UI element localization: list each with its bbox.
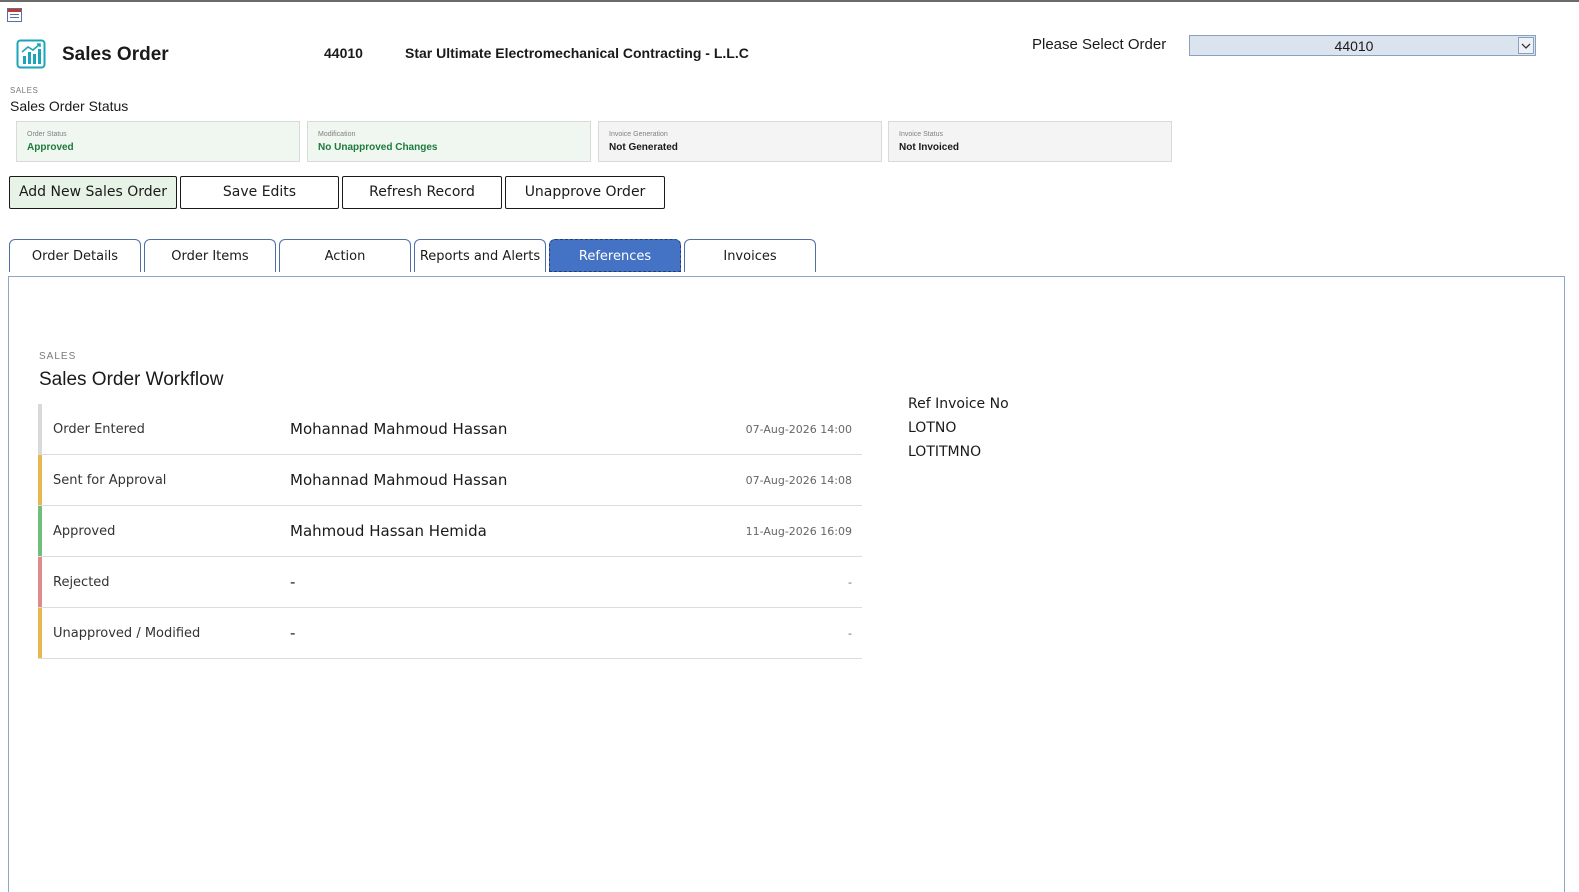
card-value: Approved [27, 142, 74, 153]
invoice-status-card: Invoice Status Not Invoiced [888, 121, 1172, 162]
workflow-stage: Order Entered [53, 422, 145, 437]
refresh-record-button[interactable]: Refresh Record [342, 176, 502, 209]
order-select-label: Please Select Order [1032, 36, 1167, 53]
status-stripe [38, 455, 42, 505]
workflow-user: Mahmoud Hassan Hemida [290, 522, 487, 540]
tab-invoices[interactable]: Invoices [684, 239, 816, 272]
save-edits-button[interactable]: Save Edits [180, 176, 339, 209]
workflow-time: - [848, 627, 852, 640]
workflow-row-rejected: Rejected - - [38, 557, 862, 608]
tab-order-details[interactable]: Order Details [9, 239, 141, 272]
order-number: 44010 [324, 45, 363, 61]
card-caption: Order Status [27, 131, 67, 138]
workflow-title: Sales Order Workflow [39, 369, 224, 390]
window-top-border [0, 0, 1579, 2]
workflow-time: - [848, 576, 852, 589]
add-new-sales-order-button[interactable]: Add New Sales Order [9, 176, 177, 209]
card-value: No Unapproved Changes [318, 142, 438, 153]
card-value: Not Generated [609, 142, 678, 153]
status-stripe [38, 404, 42, 454]
workflow-stage: Rejected [53, 575, 110, 590]
status-section-title: Sales Order Status [10, 98, 129, 114]
workflow-caption: SALES [39, 351, 77, 362]
workflow-stage: Unapproved / Modified [53, 626, 201, 641]
status-stripe [38, 608, 42, 658]
workflow-row-sent-for-approval: Sent for Approval Mohannad Mahmoud Hassa… [38, 455, 862, 506]
order-select-value: 44010 [1334, 38, 1374, 54]
workflow-row-unapproved-modified: Unapproved / Modified - - [38, 608, 862, 659]
workflow-user: Mohannad Mahmoud Hassan [290, 420, 508, 438]
tab-order-items[interactable]: Order Items [144, 239, 276, 272]
card-caption: Invoice Generation [609, 131, 668, 138]
workflow-row-order-entered: Order Entered Mohannad Mahmoud Hassan 07… [38, 404, 862, 455]
form-window-icon [7, 8, 22, 22]
customer-name: Star Ultimate Electromechanical Contract… [405, 45, 749, 61]
status-section-caption: SALES [10, 86, 39, 95]
order-select[interactable]: 44010 [1189, 35, 1536, 56]
status-stripe [38, 506, 42, 556]
dropdown-button[interactable] [1518, 37, 1534, 54]
workflow-time: 11-Aug-2026 16:09 [745, 525, 852, 538]
lotitmno-label: LOTITMNO [908, 444, 982, 460]
modification-card: Modification No Unapproved Changes [307, 121, 591, 162]
workflow-stage: Sent for Approval [53, 473, 167, 488]
workflow-time: 07-Aug-2026 14:08 [745, 474, 852, 487]
workflow-user: - [290, 624, 296, 642]
card-value: Not Invoiced [899, 142, 960, 153]
tab-references[interactable]: References [549, 239, 681, 272]
card-caption: Modification [318, 131, 356, 138]
card-caption: Invoice Status [899, 131, 943, 138]
page-title: Sales Order [62, 44, 169, 65]
status-stripe [38, 557, 42, 607]
lotno-label: LOTNO [908, 420, 957, 436]
workflow-user: Mohannad Mahmoud Hassan [290, 471, 508, 489]
ref-invoice-no-label: Ref Invoice No [908, 396, 1009, 412]
workflow-stage: Approved [53, 524, 116, 539]
unapprove-order-button[interactable]: Unapprove Order [505, 176, 665, 209]
tab-action[interactable]: Action [279, 239, 411, 272]
chart-growth-icon [16, 39, 46, 69]
tab-reports-and-alerts[interactable]: Reports and Alerts [414, 239, 546, 272]
chevron-down-icon [1521, 43, 1531, 49]
workflow-user: - [290, 573, 296, 591]
order-status-card: Order Status Approved [16, 121, 300, 162]
workflow-row-approved: Approved Mahmoud Hassan Hemida 11-Aug-20… [38, 506, 862, 557]
workflow-time: 07-Aug-2026 14:00 [745, 423, 852, 436]
invoice-generation-card: Invoice Generation Not Generated [598, 121, 882, 162]
